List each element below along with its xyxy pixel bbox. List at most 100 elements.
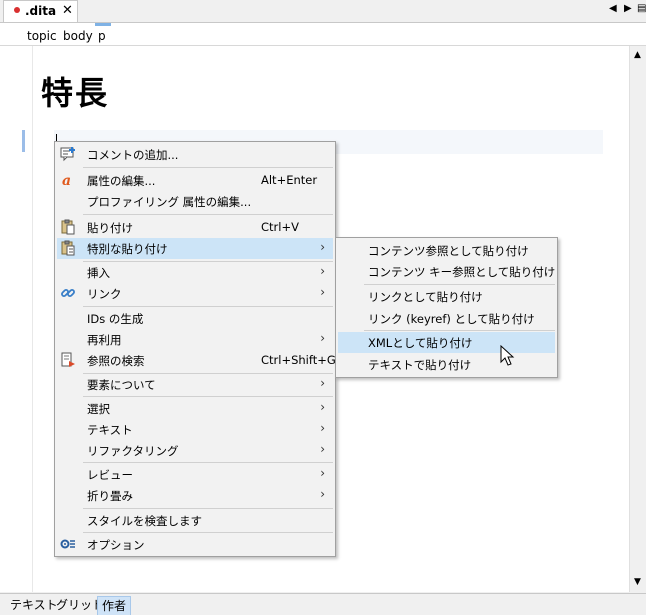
menu-separator: [83, 396, 333, 397]
paste-icon: [61, 219, 75, 235]
menu-item-label: プロファイリング 属性の編集...: [87, 195, 252, 209]
menu-item-label: レビュー: [87, 468, 133, 482]
menu-item-paste[interactable]: 貼り付け Ctrl+V: [57, 217, 333, 238]
context-menu: コメントの追加... a 属性の編集... Alt+Enter プロファイリング…: [54, 141, 336, 557]
menu-item-text[interactable]: テキスト ›: [57, 419, 333, 440]
tab-author-mode[interactable]: 作者: [97, 596, 132, 615]
menu-separator: [83, 532, 333, 533]
menu-item-folding[interactable]: 折り畳み ›: [57, 485, 333, 506]
submenu-arrow-icon: ›: [320, 421, 325, 435]
menu-item-edit-attributes[interactable]: a 属性の編集... Alt+Enter: [57, 170, 333, 191]
menu-item-options[interactable]: オプション: [57, 534, 333, 555]
submenu-arrow-icon: ›: [320, 442, 325, 456]
svg-text:a: a: [62, 173, 71, 188]
breadcrumb-p[interactable]: p: [98, 29, 106, 43]
tab-next-icon[interactable]: ▶: [624, 3, 632, 14]
menu-item-label: 特別な貼り付け: [87, 242, 168, 256]
menu-separator: [83, 214, 333, 215]
submenu-item-label: リンクとして貼り付け: [368, 290, 483, 304]
menu-item-label: 属性の編集...: [87, 174, 156, 188]
submenu-item-paste-as-text[interactable]: テキストで貼り付け: [338, 354, 555, 375]
menu-item-label: リンク: [87, 287, 122, 301]
vertical-scrollbar[interactable]: ▲ ▼: [629, 46, 646, 592]
submenu-arrow-icon: ›: [320, 466, 325, 480]
menu-item-shortcut: Ctrl+V: [261, 220, 299, 234]
menu-item-paste-special[interactable]: 特別な貼り付け ›: [57, 238, 333, 259]
editor-gutter: [0, 46, 33, 592]
menu-item-reuse[interactable]: 再利用 ›: [57, 329, 333, 350]
menu-item-shortcut: Alt+Enter: [261, 173, 318, 187]
scroll-down-icon[interactable]: ▼: [634, 577, 641, 587]
menu-item-label: 選択: [87, 402, 110, 416]
tab-strip: .dita ✕ ◀ ▶ ▤: [0, 0, 646, 23]
menu-item-label: スタイルを検査します: [87, 514, 202, 528]
menu-separator: [364, 284, 555, 285]
editor-mode-tabs: テキスト グリッド 作者: [0, 593, 646, 615]
paste-special-submenu: コンテンツ参照として貼り付け コンテンツ キー参照として貼り付け リンクとして貼…: [335, 237, 558, 378]
attribute-icon: a: [62, 173, 71, 188]
menu-item-label: 折り畳み: [87, 489, 133, 503]
menu-item-label: リファクタリング: [87, 444, 179, 458]
menu-item-select[interactable]: 選択 ›: [57, 398, 333, 419]
close-icon[interactable]: ✕: [62, 3, 73, 18]
submenu-arrow-icon: ›: [320, 264, 325, 278]
menu-item-add-comment[interactable]: コメントの追加...: [57, 144, 333, 165]
menu-item-shortcut: Ctrl+Shift+G: [261, 353, 336, 367]
breadcrumb-active-marker: [95, 23, 111, 26]
submenu-item-paste-as-conkeyref[interactable]: コンテンツ キー参照として貼り付け: [338, 261, 555, 282]
tab-dita-file[interactable]: .dita ✕: [3, 0, 78, 22]
submenu-arrow-icon: ›: [320, 400, 325, 414]
menu-item-about-element[interactable]: 要素について ›: [57, 374, 333, 395]
menu-item-refactoring[interactable]: リファクタリング ›: [57, 440, 333, 461]
modified-indicator: [14, 7, 20, 13]
menu-item-label: オプション: [87, 538, 145, 552]
link-icon: [61, 289, 75, 297]
submenu-item-label: コンテンツ キー参照として貼り付け: [368, 265, 556, 279]
search-references-icon: [61, 352, 75, 367]
submenu-arrow-icon: ›: [320, 285, 325, 299]
submenu-item-label: コンテンツ参照として貼り付け: [368, 244, 529, 258]
submenu-arrow-icon: ›: [320, 240, 325, 254]
breadcrumb-topic[interactable]: topic: [27, 29, 57, 43]
tab-prev-icon[interactable]: ◀: [609, 3, 617, 14]
tab-label: .dita: [25, 4, 57, 18]
current-line-marker: [22, 130, 25, 152]
submenu-item-label: テキストで貼り付け: [368, 358, 472, 372]
paste-special-icon: [61, 240, 75, 256]
menu-item-label: 挿入: [87, 266, 110, 280]
submenu-item-paste-as-conref[interactable]: コンテンツ参照として貼り付け: [338, 240, 555, 261]
comment-add-icon: [60, 147, 75, 162]
scroll-up-icon[interactable]: ▲: [634, 50, 641, 60]
menu-separator: [83, 508, 333, 509]
menu-item-inspect-styles[interactable]: スタイルを検査します: [57, 510, 333, 531]
menu-item-insert[interactable]: 挿入 ›: [57, 262, 333, 283]
submenu-item-label: XMLとして貼り付け: [368, 336, 473, 350]
menu-separator: [83, 306, 333, 307]
menu-item-label: 貼り付け: [87, 221, 133, 235]
menu-item-label: コメントの追加...: [87, 148, 179, 162]
breadcrumb-body[interactable]: body: [63, 29, 93, 43]
menu-separator: [83, 167, 333, 168]
submenu-arrow-icon: ›: [320, 487, 325, 501]
tab-list-icon[interactable]: ▤: [637, 3, 646, 14]
submenu-arrow-icon: ›: [320, 331, 325, 345]
menu-separator: [83, 462, 333, 463]
menu-item-generate-ids[interactable]: IDs の生成: [57, 308, 333, 329]
submenu-item-paste-as-keyref-link[interactable]: リンク (keyref) として貼り付け: [338, 308, 555, 329]
submenu-item-paste-as-xml[interactable]: XMLとして貼り付け: [338, 332, 555, 353]
menu-item-link[interactable]: リンク ›: [57, 283, 333, 304]
menu-item-label: テキスト: [87, 423, 133, 437]
editor-window: .dita ✕ ◀ ▶ ▤ topic body p 特長 ▲ ▼ テキスト グ…: [0, 0, 646, 615]
document-title[interactable]: 特長: [41, 68, 109, 114]
breadcrumb: topic body p: [0, 23, 646, 46]
menu-item-edit-profiling-attributes[interactable]: プロファイリング 属性の編集...: [57, 191, 333, 212]
submenu-item-paste-as-link[interactable]: リンクとして貼り付け: [338, 286, 555, 307]
menu-item-label: 再利用: [87, 333, 122, 347]
submenu-arrow-icon: ›: [320, 376, 325, 390]
mouse-pointer-icon: [500, 345, 515, 366]
submenu-item-label: リンク (keyref) として貼り付け: [368, 312, 535, 326]
options-icon: [60, 539, 75, 549]
menu-item-search-references[interactable]: 参照の検索 Ctrl+Shift+G: [57, 350, 336, 371]
menu-item-label: IDs の生成: [87, 312, 144, 326]
menu-item-review[interactable]: レビュー ›: [57, 464, 333, 485]
